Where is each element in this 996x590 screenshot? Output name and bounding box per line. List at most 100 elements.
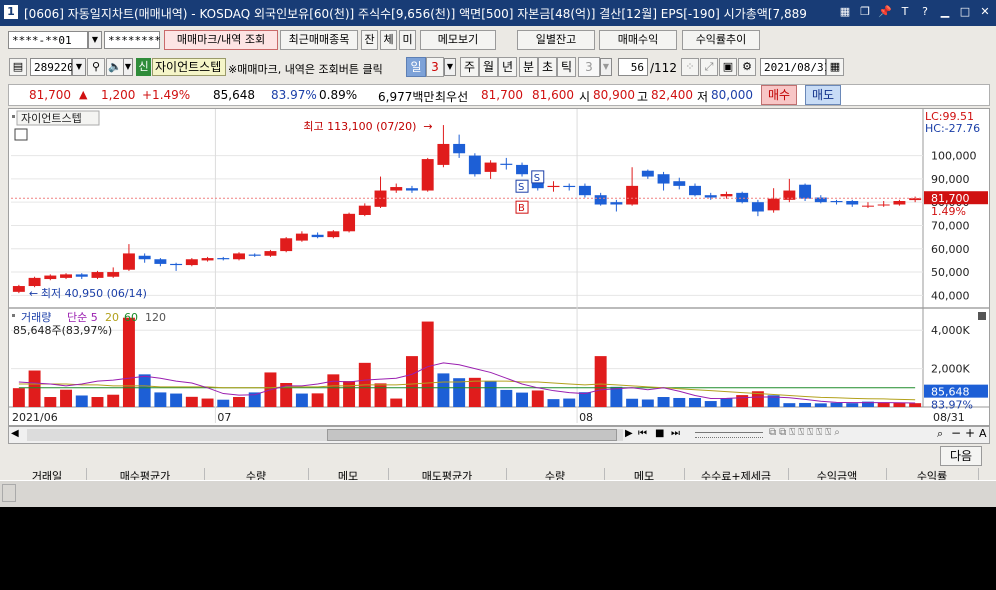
day-interval-field[interactable]: 3 bbox=[426, 57, 444, 77]
grid-column-header[interactable]: 매도평균가 bbox=[388, 468, 507, 480]
next-button[interactable]: 다음 bbox=[940, 446, 982, 466]
grid-icon[interactable]: ▦ bbox=[836, 3, 854, 21]
stock-code-dropdown[interactable]: ▼ bbox=[72, 58, 86, 76]
balance-button[interactable]: 잔 bbox=[361, 30, 378, 50]
fast-forward-icon[interactable]: ⏭ bbox=[671, 428, 680, 439]
chart-title-bullet bbox=[12, 115, 15, 118]
chart-title: 자이언트스텝 bbox=[21, 112, 82, 125]
account-field[interactable]: ****-**01 bbox=[8, 31, 88, 49]
candle-body bbox=[264, 251, 277, 256]
bid-price: 81,600 bbox=[532, 88, 574, 102]
speaker-icon[interactable]: 🔈 bbox=[106, 58, 124, 76]
timeframe-week-tab[interactable]: 주 bbox=[460, 57, 479, 77]
scroll-left-icon[interactable]: ◀ bbox=[11, 428, 19, 439]
stop-icon[interactable]: ■ bbox=[655, 428, 664, 439]
bar-total: /112 bbox=[650, 61, 677, 75]
filled-button[interactable]: 체 bbox=[380, 30, 397, 50]
volume-bar bbox=[468, 377, 481, 407]
low-annotation: 최저 40,950 (06/14) bbox=[41, 287, 147, 300]
candle-body bbox=[12, 286, 25, 292]
search-icon[interactable]: ⚲ bbox=[87, 58, 105, 76]
text-size-icon[interactable]: A bbox=[979, 427, 987, 440]
volume-bar bbox=[500, 389, 513, 407]
maximize-icon[interactable]: □ bbox=[956, 3, 974, 21]
stock-name: 자이언트스텝 bbox=[152, 58, 226, 76]
unfilled-button[interactable]: 미 bbox=[399, 30, 416, 50]
day-interval-dropdown[interactable]: ▼ bbox=[444, 58, 456, 76]
volume-bar bbox=[217, 399, 230, 407]
candle-body bbox=[343, 213, 356, 232]
timeframe-year-tab[interactable]: 년 bbox=[498, 57, 517, 77]
trade-amount: 6,977백만 bbox=[378, 90, 435, 104]
recent-trades-button[interactable]: 최근매매종목 bbox=[280, 30, 358, 50]
grid-column-header[interactable]: 수익률 bbox=[886, 468, 979, 480]
grid-column-header[interactable]: 수량 bbox=[506, 468, 605, 480]
timeframe-month-tab[interactable]: 월 bbox=[479, 57, 498, 77]
save-icon[interactable]: ▣ bbox=[719, 58, 737, 76]
window-number-badge[interactable]: 1 bbox=[4, 5, 18, 19]
drawing-tools-icon[interactable]: ⧉⧉⍂⍂⍂⍂⍂⌕ bbox=[769, 427, 843, 438]
timeframe-minute-tab[interactable]: 분 bbox=[519, 57, 538, 77]
bar-count-field[interactable]: 56 bbox=[618, 58, 648, 76]
chart-pane[interactable]: 100,00090,00080,00070,00060,00050,00040,… bbox=[8, 108, 990, 426]
scroll-thumb[interactable] bbox=[327, 429, 617, 441]
zoom-search-icon[interactable]: ⌕ bbox=[937, 427, 943, 441]
grid-column-header[interactable]: 거래일 bbox=[8, 468, 87, 480]
password-field[interactable]: ******** bbox=[104, 31, 161, 49]
volume-bar bbox=[390, 398, 403, 407]
copy-icon[interactable]: ❐ bbox=[856, 3, 874, 21]
grid-column-header[interactable]: 메모 bbox=[604, 468, 685, 480]
volume-legend-label: 단순 5 bbox=[67, 311, 98, 324]
volume-bar bbox=[563, 398, 576, 407]
grid-column-header[interactable]: 메모 bbox=[308, 468, 389, 480]
volume-bar bbox=[516, 392, 529, 407]
timeframe-second-tab[interactable]: 초 bbox=[538, 57, 557, 77]
grid-column-header[interactable]: 매수평균가 bbox=[86, 468, 205, 480]
zoom-out-icon[interactable]: − bbox=[951, 426, 961, 440]
volume-bar bbox=[689, 397, 701, 407]
candle-body bbox=[437, 143, 450, 165]
speaker-dropdown[interactable]: ▼ bbox=[123, 58, 133, 76]
zoom-slider[interactable] bbox=[695, 432, 763, 438]
pin-icon[interactable]: 📌 bbox=[876, 3, 894, 21]
scroll-right-icon[interactable]: ▶ bbox=[625, 428, 633, 439]
settings-gear-icon[interactable]: ⚙ bbox=[738, 58, 756, 76]
stock-code-field[interactable]: 289220 bbox=[30, 58, 74, 76]
daily-balance-button[interactable]: 일별잔고 bbox=[517, 30, 595, 50]
timeframe-tick-tab[interactable]: 틱 bbox=[557, 57, 576, 77]
candle-body bbox=[468, 155, 481, 175]
low-label: 저 bbox=[697, 90, 709, 104]
account-dropdown[interactable]: ▼ bbox=[88, 31, 102, 49]
help-icon[interactable]: ? bbox=[916, 3, 934, 21]
scroll-track[interactable] bbox=[27, 429, 623, 441]
sell-button[interactable]: 매도 bbox=[805, 85, 841, 105]
volume-pct-tag: 83.97% bbox=[931, 399, 973, 412]
date-field[interactable]: 2021/08/31 bbox=[760, 58, 830, 76]
chart-tool-icon[interactable]: ⤢ bbox=[700, 58, 718, 76]
stock-list-icon[interactable]: ▤ bbox=[9, 58, 27, 76]
candle-body bbox=[877, 204, 890, 206]
calendar-icon[interactable]: ▦ bbox=[826, 58, 844, 76]
grid-column-header[interactable]: 수수료+제세금 bbox=[684, 468, 789, 480]
buy-button[interactable]: 매수 bbox=[761, 85, 797, 105]
timeframe-day-tab[interactable]: 일 bbox=[406, 57, 426, 77]
candle-body bbox=[248, 254, 261, 256]
grid-column-header[interactable]: 수익금액 bbox=[788, 468, 887, 480]
memo-view-button[interactable]: 메모보기 bbox=[420, 30, 496, 50]
grid-column-header[interactable]: 수량 bbox=[204, 468, 309, 480]
close-icon[interactable]: ✕ bbox=[976, 3, 994, 21]
high-label: 고 bbox=[637, 90, 649, 104]
ask-price: 81,700 bbox=[481, 88, 523, 102]
font-icon[interactable]: T bbox=[896, 3, 914, 21]
trade-mark-query-button[interactable]: 매매마크/내역 조회 bbox=[164, 30, 278, 50]
trade-profit-button[interactable]: 매매수익 bbox=[599, 30, 677, 50]
dots-icon[interactable]: ⁘ bbox=[681, 58, 699, 76]
tick-interval-field[interactable]: 3 bbox=[578, 57, 600, 77]
jump-start-icon[interactable]: ⏮ bbox=[638, 428, 647, 439]
chart-svg[interactable]: 100,00090,00080,00070,00060,00050,00040,… bbox=[9, 109, 989, 425]
minimize-icon[interactable]: ▁ bbox=[936, 3, 954, 21]
tick-interval-dropdown[interactable]: ▼ bbox=[600, 58, 612, 76]
profit-trend-button[interactable]: 수익률추이 bbox=[682, 30, 760, 50]
volume-bar bbox=[626, 398, 639, 407]
zoom-in-icon[interactable]: + bbox=[965, 426, 975, 440]
